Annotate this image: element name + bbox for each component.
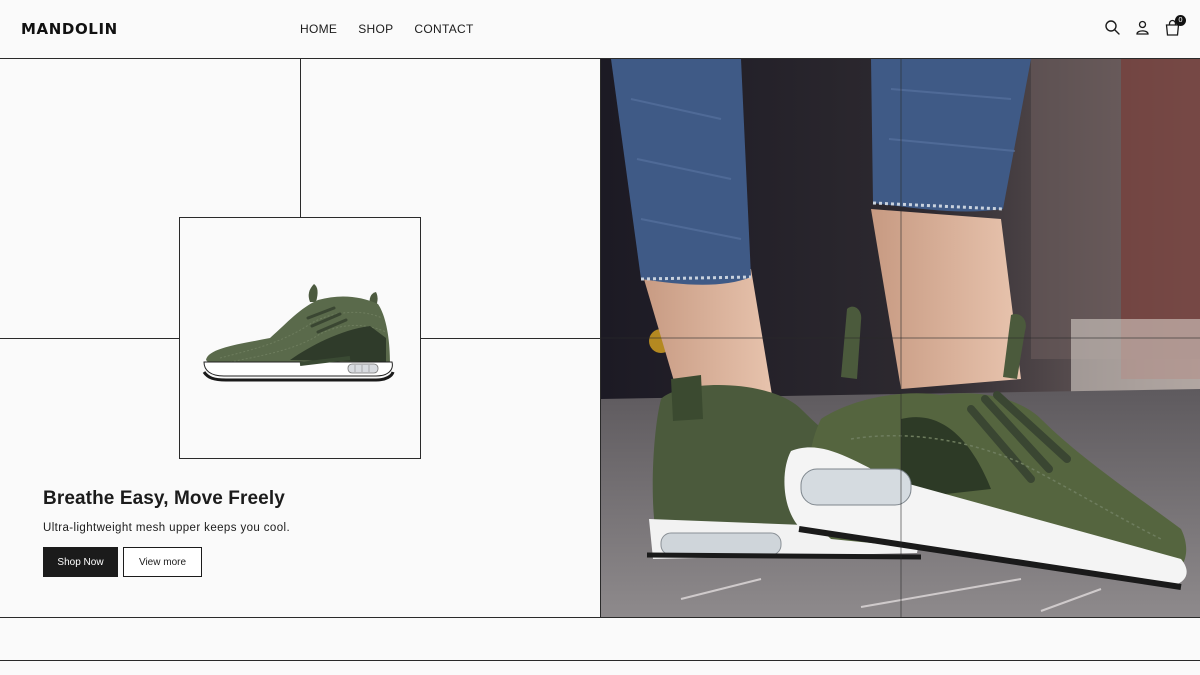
hero-lifestyle-photo <box>600 59 1200 617</box>
cart-count-badge: 0 <box>1175 15 1186 26</box>
nav-home-link[interactable]: HOME <box>300 22 337 36</box>
section-divider <box>0 617 1200 618</box>
user-icon[interactable] <box>1134 19 1151 36</box>
header-actions: 0 <box>1104 15 1186 36</box>
grid-divider-right <box>421 338 600 339</box>
search-icon[interactable] <box>1104 19 1121 36</box>
shop-now-button[interactable]: Shop Now <box>43 547 118 577</box>
grid-divider-left <box>0 338 179 339</box>
nav-shop-link[interactable]: SHOP <box>358 22 393 36</box>
hero-headline: Breathe Easy, Move Freely <box>43 488 285 509</box>
brand-logo[interactable]: MANDOLIN <box>21 20 118 38</box>
grid-divider-vertical <box>300 59 301 217</box>
page: MANDOLIN HOME SHOP CONTACT 0 Breathe Eas… <box>0 0 1200 675</box>
sneaker-image <box>202 284 395 382</box>
hero-subline: Ultra-lightweight mesh upper keeps you c… <box>43 522 291 534</box>
nav-contact-link[interactable]: CONTACT <box>414 22 473 36</box>
view-more-button[interactable]: View more <box>123 547 202 577</box>
main-nav: HOME SHOP CONTACT <box>300 22 474 36</box>
sneaker-lifestyle-image <box>601 59 1200 617</box>
shopping-bag-icon[interactable]: 0 <box>1164 15 1186 36</box>
section-divider-lower <box>0 660 1200 661</box>
hero-content: Breathe Easy, Move Freely Ultra-lightwei… <box>0 59 600 617</box>
product-thumbnail[interactable] <box>179 217 421 459</box>
site-header: MANDOLIN HOME SHOP CONTACT 0 <box>0 0 1200 59</box>
